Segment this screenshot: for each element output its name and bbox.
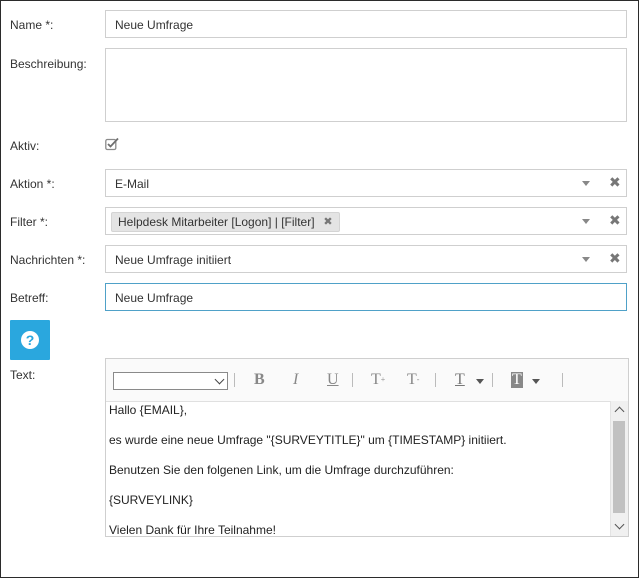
filter-tag-label: Helpdesk Mitarbeiter [Logon] | [Filter] <box>118 215 315 229</box>
action-label: Aktion *: <box>10 177 55 191</box>
toolbar-divider <box>492 373 493 387</box>
caret-down-icon[interactable] <box>532 379 540 384</box>
description-textarea[interactable] <box>105 48 627 122</box>
action-select[interactable]: E-Mail ✖ <box>105 169 627 197</box>
content-line-thanks: Vielen Dank für Ihre Teilnahme! <box>109 523 276 536</box>
text-label: Text: <box>10 368 36 382</box>
clear-icon[interactable]: ✖ <box>609 251 621 265</box>
scroll-down-icon[interactable] <box>614 519 625 530</box>
subject-label: Betreff: <box>10 291 49 305</box>
scrollbar-thumb[interactable] <box>613 421 625 513</box>
subscript-mark: - <box>416 375 420 384</box>
question-circle-icon: ? <box>21 331 39 349</box>
name-value: Neue Umfrage <box>115 18 194 32</box>
toolbar-divider <box>435 373 436 387</box>
active-checkbox[interactable] <box>105 137 119 151</box>
description-label: Beschreibung: <box>10 57 87 71</box>
clear-icon[interactable]: ✖ <box>609 213 621 227</box>
messages-select[interactable]: Neue Umfrage initiiert ✖ <box>105 245 627 273</box>
clear-icon[interactable]: ✖ <box>609 175 621 189</box>
subject-input[interactable]: Neue Umfrage <box>105 283 627 311</box>
survey-form-panel: Name *: Neue Umfrage Beschreibung: Aktiv… <box>0 0 639 578</box>
background-color-button[interactable]: T <box>511 372 523 388</box>
chevron-down-icon[interactable] <box>582 219 590 224</box>
filter-label: Filter *: <box>10 215 49 229</box>
text-color-button[interactable]: T <box>455 372 465 388</box>
font-select[interactable] <box>113 372 228 390</box>
italic-button[interactable]: I <box>293 372 298 388</box>
toolbar-divider <box>352 373 353 387</box>
name-label: Name *: <box>10 18 54 32</box>
rich-text-editor[interactable]: B I U T+ T- T T Hallo {EMAIL}, es wurde … <box>105 358 629 537</box>
superscript-mark: + <box>380 375 386 384</box>
messages-value: Neue Umfrage initiiert <box>115 253 232 267</box>
chevron-down-icon <box>214 374 225 385</box>
content-line-instruction: Benutzen Sie den folgenen Link, um die U… <box>109 463 454 477</box>
subscript-letter: T <box>407 371 417 388</box>
caret-down-icon[interactable] <box>476 379 484 384</box>
scroll-up-icon[interactable] <box>614 406 625 417</box>
chevron-down-icon[interactable] <box>582 181 590 186</box>
superscript-button[interactable]: T+ <box>371 372 385 388</box>
active-label: Aktiv: <box>10 139 40 153</box>
content-line-intro: es wurde eine neue Umfrage "{SURVEYTITLE… <box>109 433 507 447</box>
underline-button[interactable]: U <box>327 372 339 388</box>
help-button[interactable]: ? <box>10 320 50 360</box>
toolbar-divider <box>234 373 235 387</box>
superscript-letter: T <box>371 371 381 388</box>
toolbar-divider <box>562 373 563 387</box>
editor-content[interactable]: Hallo {EMAIL}, es wurde eine neue Umfrag… <box>106 401 610 536</box>
content-line-link: {SURVEYLINK} <box>109 493 193 507</box>
tag-remove-icon[interactable]: ✖ <box>323 213 332 231</box>
filter-multiselect[interactable]: Helpdesk Mitarbeiter [Logon] | [Filter] … <box>105 207 627 235</box>
editor-scrollbar[interactable] <box>610 401 628 536</box>
name-field[interactable]: Neue Umfrage <box>105 10 627 38</box>
messages-label: Nachrichten *: <box>10 253 86 267</box>
bold-button[interactable]: B <box>254 372 265 388</box>
content-line-greeting: Hallo {EMAIL}, <box>109 403 188 417</box>
chevron-down-icon[interactable] <box>582 257 590 262</box>
editor-toolbar: B I U T+ T- T T <box>106 359 628 402</box>
subject-value: Neue Umfrage <box>115 291 194 305</box>
filter-tag: Helpdesk Mitarbeiter [Logon] | [Filter] … <box>111 212 340 232</box>
action-value: E-Mail <box>115 177 150 191</box>
subscript-button[interactable]: T- <box>407 372 419 388</box>
